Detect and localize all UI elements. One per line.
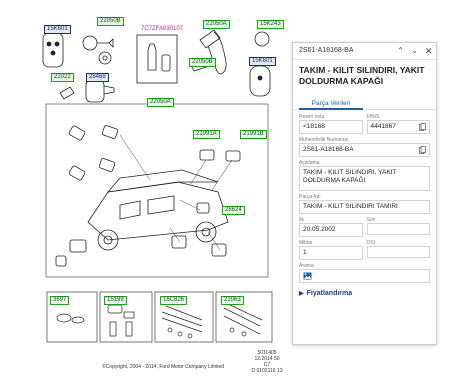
muhendislik-field[interactable]: 2S61-A18168-BA	[299, 143, 430, 157]
panel-body: Resim notu <18168 FINIS 4441867 Mühendis…	[293, 110, 436, 299]
callout-22063[interactable]: 22063	[221, 296, 244, 305]
grease-box-shape	[136, 34, 178, 84]
callout-28468[interactable]: 28468	[86, 73, 109, 82]
osi-field[interactable]	[366, 246, 430, 258]
callout-22050b[interactable]: 22050B	[97, 17, 124, 26]
aciklama-value: TAKIM - KILIT SILINDIRI, YAKIT DOLDURMA …	[303, 169, 397, 184]
pricing-section-label: Fiyatlandırma	[306, 290, 353, 297]
vehicle-frame	[45, 103, 269, 278]
resim-notu-value: <18168	[303, 123, 325, 130]
callout-15199[interactable]: 15199	[104, 296, 127, 305]
resim-notu-field[interactable]: <18168	[299, 120, 363, 134]
callout-22022[interactable]: 22022	[51, 73, 74, 82]
callout-15k243[interactable]: 15K243	[257, 20, 284, 29]
callout-16c826[interactable]: 16C826	[160, 296, 188, 305]
callout-21991a[interactable]: 21991A	[193, 130, 220, 139]
copyright-notice: ©Copyright, 2004 - 2014, Ford Motor Comp…	[102, 364, 225, 370]
callout-21991b[interactable]: 21991B	[240, 130, 267, 139]
callout-22050a[interactable]: 22050A	[203, 20, 230, 29]
callout-22050a-b[interactable]: 22050A	[147, 98, 174, 107]
panel-header: 2S61-A18168-BA ⌃ ⌄ ✕	[293, 43, 436, 60]
finis-field[interactable]: 4441867	[366, 120, 430, 134]
parts-diagram[interactable]: 15K601 22050B 22050A 15K243 15K601 22022…	[0, 0, 292, 387]
pricing-section[interactable]: ▶ Fiyatlandırma	[299, 289, 430, 299]
ilk-value: 20.05.2002	[303, 226, 336, 233]
copy-icon[interactable]	[419, 123, 426, 131]
panel-tabs: Parça Verileri	[293, 97, 436, 110]
part-note: 7C7ZFA030107	[141, 26, 184, 32]
callout-3697[interactable]: 3697	[50, 296, 70, 305]
callout-28624[interactable]: 28624	[222, 206, 245, 215]
aciklama-field[interactable]: TAKIM - KILIT SILINDIRI, YAKIT DOLDURMA …	[299, 166, 430, 191]
ilk-field[interactable]: 20.05.2002	[299, 223, 363, 237]
callout-22050b-b[interactable]: 22050B	[189, 58, 216, 67]
chevron-down-icon[interactable]: ⌄	[409, 45, 420, 57]
son-field[interactable]	[366, 223, 430, 235]
callout-15k601[interactable]: 15K601	[44, 25, 71, 34]
part-title: TAKIM - KILIT SILINDIRI, YAKIT DOLDURMA …	[299, 65, 425, 86]
copy-icon[interactable]	[419, 146, 426, 154]
key-blade-shape	[59, 86, 75, 100]
close-icon[interactable]: ✕	[423, 45, 434, 57]
finis-value: 4441867	[370, 123, 396, 130]
diagram-reference: 5011405 12.2014 50 C7 D 0102116 13	[251, 350, 283, 374]
miktar-field[interactable]: 1	[299, 246, 363, 260]
key-fob-shape	[42, 32, 64, 68]
parca-adi-value: TAKIM - KILIT SILINDIRI TAMIRI	[303, 203, 398, 210]
miktar-value: 1	[303, 249, 307, 256]
panel-header-title: 2S61-A18168-BA	[299, 47, 354, 54]
tab-parca-verileri[interactable]: Parça Verileri	[299, 97, 363, 110]
callout-15k601-b[interactable]: 15K601	[249, 57, 276, 66]
parts-viewer: 15K601 22050B 22050A 15K243 15K601 22022…	[0, 0, 452, 387]
part-detail-panel: 2S61-A18168-BA ⌃ ⌄ ✕ TAKIM - KILIT SILIN…	[292, 42, 437, 345]
parca-adi-field[interactable]: TAKIM - KILIT SILINDIRI TAMIRI	[299, 200, 430, 214]
triangle-right-icon: ▶	[299, 291, 304, 297]
chevron-up-icon[interactable]: ⌃	[395, 45, 406, 57]
image-icon[interactable]	[303, 272, 312, 280]
muhendislik-value: 2S61-A18168-BA	[303, 146, 354, 153]
arama-field[interactable]	[299, 269, 430, 283]
